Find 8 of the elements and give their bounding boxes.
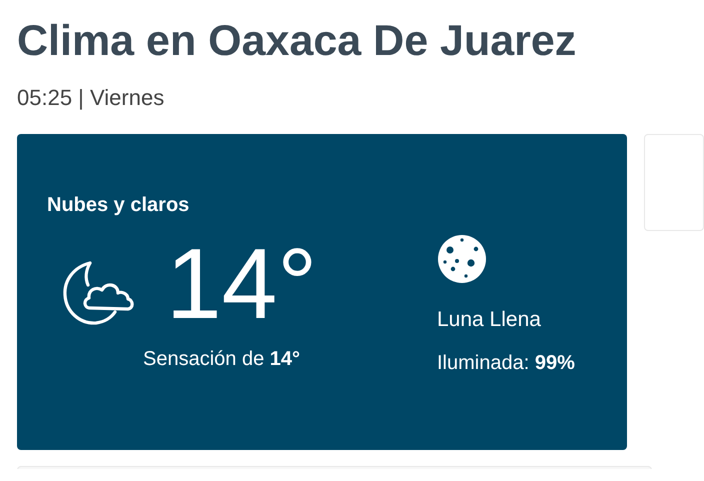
- condition-label: Nubes y claros: [47, 193, 190, 218]
- moon-illumination: Iluminada: 99%: [437, 352, 575, 375]
- feels-like: Sensación de 14°: [143, 348, 302, 371]
- temperature: 14°: [166, 234, 318, 334]
- moon-phase: Luna Llena: [437, 308, 542, 332]
- page-title: Clima en Oaxaca De Juarez: [17, 16, 578, 67]
- time-day: 05:25 | Viernes: [17, 84, 704, 112]
- full-moon-icon: [437, 234, 487, 284]
